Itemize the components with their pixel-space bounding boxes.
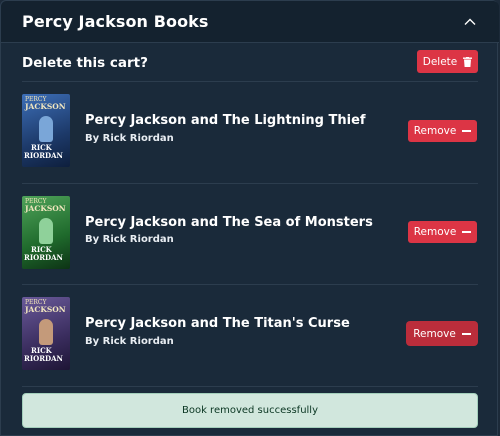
minus-icon [461,332,471,335]
book-cover: PERCY JACKSON RICK RIORDAN [22,297,70,370]
remove-button-label: Remove [413,226,457,238]
cover-text: RICK [31,245,52,254]
panel-title: Percy Jackson Books [22,12,209,31]
chevron-up-icon[interactable] [463,15,477,29]
book-title: Percy Jackson and The Sea of Monsters [85,215,373,230]
delete-button-label: Delete [422,55,458,68]
cover-text: RICK [31,346,52,355]
remove-button-label: Remove [413,125,457,137]
remove-button-label: Remove [413,327,456,340]
book-title: Percy Jackson and The Lightning Thief [85,113,366,128]
cover-text: RIORDAN [24,151,63,160]
cover-figure [39,218,53,244]
book-author: By Rick Riordan [85,133,174,144]
cover-text: RIORDAN [24,253,63,262]
book-author: By Rick Riordan [85,234,174,245]
cover-figure [39,319,53,345]
remove-book-button[interactable]: Remove [408,221,477,243]
book-title: Percy Jackson and The Titan's Curse [85,316,350,331]
book-cover: PERCY JACKSON RICK RIORDAN [22,94,70,167]
cover-text: RICK [31,143,52,152]
book-cover: PERCY JACKSON RICK RIORDAN [22,196,70,269]
list-item: PERCY JACKSON RICK RIORDAN Percy Jackson… [22,183,478,285]
cover-text: JACKSON [25,204,66,213]
delete-cart-row: Delete this cart? Delete [22,48,478,82]
panel-header[interactable]: Percy Jackson Books [1,1,499,43]
success-alert: Book removed successfully [22,393,478,428]
success-message: Book removed successfully [181,405,318,416]
cover-figure [39,116,53,142]
cover-text: RIORDAN [24,354,63,363]
minus-icon [462,231,472,233]
list-item: PERCY JACKSON RICK RIORDAN Percy Jackson… [22,82,478,184]
remove-book-button[interactable]: Remove [406,321,478,346]
trash-icon [463,56,473,67]
delete-cart-label: Delete this cart? [22,55,148,71]
minus-icon [462,130,472,132]
cover-text: JACKSON [25,305,66,314]
remove-book-button[interactable]: Remove [408,120,477,142]
delete-cart-button[interactable]: Delete [417,50,478,73]
list-item: PERCY JACKSON RICK RIORDAN Percy Jackson… [22,285,478,387]
cart-panel: Percy Jackson Books Delete this cart? De… [0,0,499,436]
book-author: By Rick Riordan [85,336,174,347]
cover-text: JACKSON [25,102,66,111]
